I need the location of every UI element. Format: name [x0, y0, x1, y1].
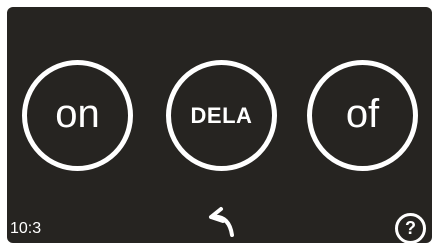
time-display: 10:3: [10, 220, 42, 237]
back-button[interactable]: [199, 203, 243, 243]
on-button[interactable]: on: [22, 60, 133, 171]
back-arrow-icon: [209, 207, 234, 237]
help-icon: ?: [405, 218, 416, 238]
device-screen: on DELA of 10:3 ?: [7, 7, 432, 243]
dela-button[interactable]: DELA: [166, 60, 277, 171]
of-button-label: of: [345, 91, 380, 136]
on-button-label: on: [55, 91, 100, 136]
help-button[interactable]: ?: [395, 213, 426, 243]
of-button[interactable]: of: [307, 60, 418, 171]
dela-button-label: DELA: [190, 102, 253, 128]
